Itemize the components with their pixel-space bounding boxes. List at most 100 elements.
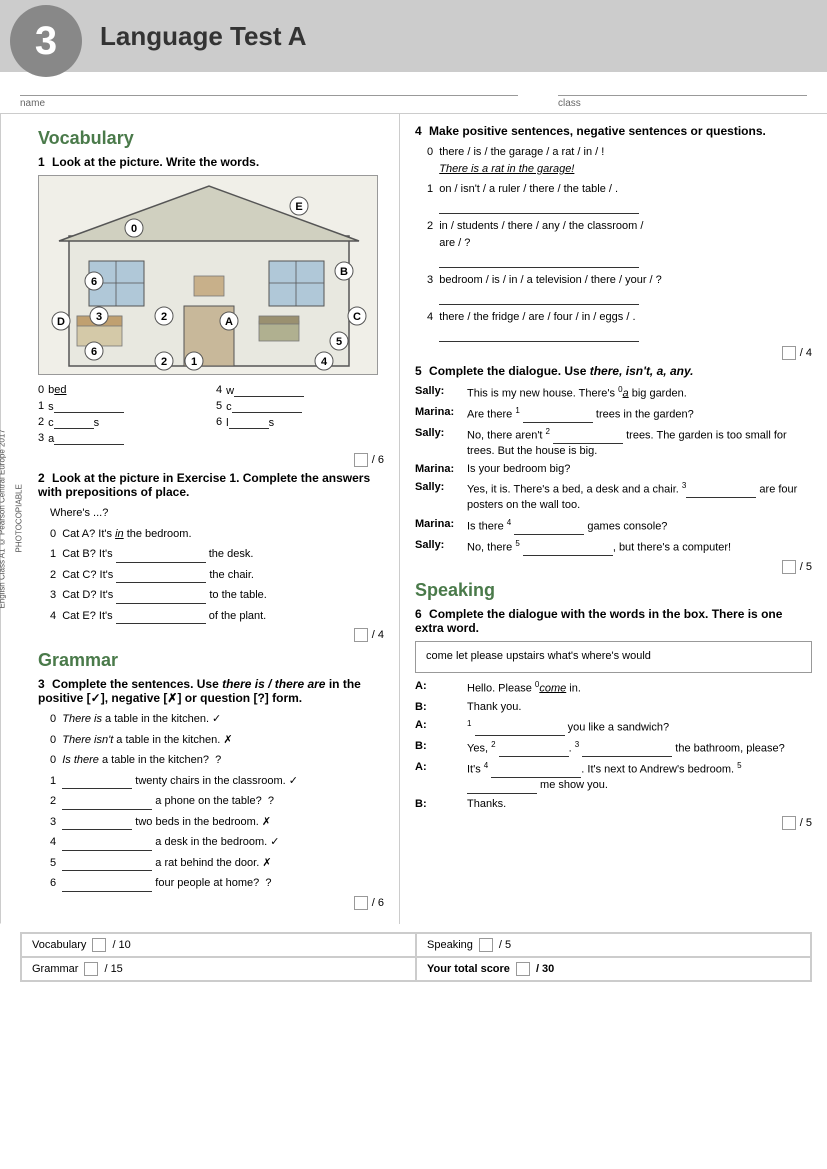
svg-text:E: E [295,201,302,213]
word-1-text: s [48,399,124,413]
q4-header: 4 Make positive sentences, negative sent… [415,124,812,138]
grammar-score-cell: Grammar / 15 [21,957,416,981]
class-field: class [558,80,807,109]
q2-item-2: 2 Cat C? It's the chair. [38,567,384,584]
q2-item-0: 0 Cat A? It's in the bedroom. [38,526,384,543]
q5-line-2: Marina: Are there 1 trees in the garden? [415,405,812,423]
q5-header: 5 Complete the dialogue. Use there, isn'… [415,364,812,378]
q6-text-A2: 1 you like a sandwich? [467,718,812,736]
house-illustration: 0 6 2 3 6 2 1 4 [39,176,378,375]
q3-example-3: 0 Is there a table in the kitchen? ? [38,752,384,769]
vocabulary-header: Vocabulary [38,128,384,149]
svg-text:6: 6 [91,276,97,288]
word-0-text: bed [48,384,66,396]
speaking-score-label: Speaking [427,939,473,951]
q3-score-text: / 6 [372,897,384,909]
side-label-photocopiable: PHOTOCOPIABLE [15,485,24,553]
svg-text:5: 5 [336,336,342,348]
q1-number: 1 [38,155,45,169]
side-label: English Class A1 © Pearson Central Europ… [0,114,20,924]
q5-score-box [782,560,796,574]
q4-item-3: 3 bedroom / is / in / a television / the… [415,272,812,305]
q5-text-7: No, there 5 , but there's a computer! [467,538,812,556]
q5-line-5: Sally: Yes, it is. There's a bed, a desk… [415,480,812,513]
word-list: 0 bed 4 w 1 s 5 c [38,383,384,445]
total-score-label: Your total score [427,963,510,975]
q4-score: / 4 [415,346,812,360]
q6-word-box: come let please upstairs what's where's … [415,641,812,673]
q6-speaker-B2: B: [415,739,467,757]
q6-text-B3: Thanks. [467,797,812,812]
word-item-6: 6 ls [216,415,384,429]
q4-instruction: Make positive sentences, negative senten… [429,124,766,138]
q2-item-4: 4 Cat E? It's of the plant. [38,608,384,625]
q5-instruction: Complete the dialogue. Use there, isn't,… [429,364,693,378]
q5-speaker-4: Marina: [415,462,467,477]
speaking-header: Speaking [415,580,812,601]
class-line [558,80,807,96]
q2-number: 2 [38,471,45,485]
word-4-text: w [226,383,304,397]
right-column: 4 Make positive sentences, negative sent… [400,114,827,924]
svg-text:4: 4 [321,356,328,368]
total-score-square [516,962,530,976]
q6-score: / 5 [415,816,812,830]
q5-text-6: Is there 4 games console? [467,517,812,535]
q2-instruction: Look at the picture in Exercise 1. Compl… [38,471,370,499]
q6-speaker-B3: B: [415,797,467,812]
q6-number: 6 [415,607,422,621]
side-label-copyright: English Class A1 © Pearson Central Europ… [0,429,7,608]
q5-score: / 5 [415,560,812,574]
q4-section: 4 Make positive sentences, negative sent… [415,124,812,360]
svg-text:1: 1 [191,356,197,368]
q6-text-A1: Hello. Please 0come in. [467,679,812,697]
q2-score-box [354,628,368,642]
grammar-section: Grammar 3 Complete the sentences. Use th… [38,650,384,910]
q6-score-box [782,816,796,830]
q3-example-1: 0 There is a table in the kitchen. ✓ [38,711,384,728]
word-0-num: 0 [38,384,44,396]
q6-text-A3: It's 4 . It's next to Andrew's bedroom. … [467,760,812,793]
q5-speaker-6: Marina: [415,517,467,535]
svg-text:A: A [225,316,233,328]
q1-score-box [354,453,368,467]
speaking-section: Speaking 6 Complete the dialogue with th… [415,580,812,830]
word-item-5: 5 c [216,399,384,413]
page-title: Language Test A [90,0,307,72]
q6-score-text: / 5 [800,817,812,829]
q5-speaker-7: Sally: [415,538,467,556]
vocab-score-value: / 10 [112,939,130,951]
class-label: class [558,98,807,109]
q5-line-4: Marina: Is your bedroom big? [415,462,812,477]
q6-speaker-A1: A: [415,679,467,697]
word-2-text: cs [48,415,99,429]
q5-text-3: No, there aren't 2 trees. The garden is … [467,426,812,459]
q4-score-text: / 4 [800,347,812,359]
left-content: Vocabulary 1 Look at the picture. Write … [38,128,384,910]
name-line [20,80,518,96]
q5-number: 5 [415,364,422,378]
svg-text:C: C [353,311,361,323]
q6-words: come let please upstairs what's where's … [426,650,651,662]
q4-example: 0 there / is / the garage / a rat / in /… [415,144,812,177]
q2-score: / 4 [38,628,384,642]
q6-line-4: B: Yes, 2 . 3 the bathroom, please? [415,739,812,757]
svg-text:3: 3 [96,311,102,323]
q5-text-1: This is my new house. There's 0a big gar… [467,384,812,402]
q6-text-B2: Yes, 2 . 3 the bathroom, please? [467,739,812,757]
word-item-0: 0 bed [38,383,206,397]
word-2-num: 2 [38,416,44,428]
q5-speaker-3: Sally: [415,426,467,459]
q5-line-1: Sally: This is my new house. There's 0a … [415,384,812,402]
left-column: English Class A1 © Pearson Central Europ… [0,114,400,924]
q4-number: 4 [415,124,422,138]
page: 3 Language Test A name class English Cla… [0,0,827,1169]
q2-item-3: 3 Cat D? It's to the table. [38,587,384,604]
q6-speaker-A3: A: [415,760,467,793]
q5-text-2: Are there 1 trees in the garden? [467,405,812,423]
word-3-text: a [48,431,124,445]
q6-line-3: A: 1 you like a sandwich? [415,718,812,736]
grammar-score-value: / 15 [104,963,122,975]
unit-number: 3 [10,5,82,77]
q3-item-2: 2 a phone on the table? ? [38,793,384,810]
